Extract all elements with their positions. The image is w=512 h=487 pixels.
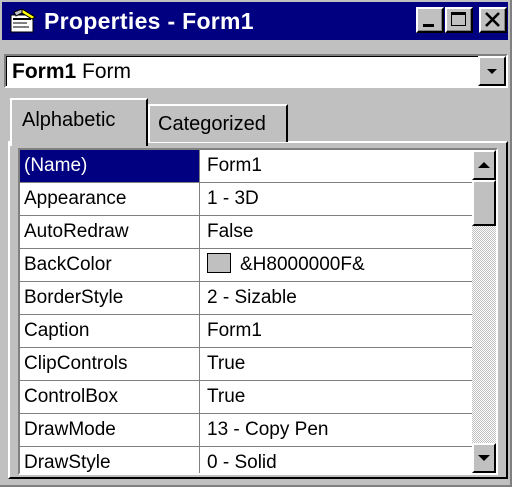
properties-window: Properties - Form1 Form1 Form Categorize… <box>0 0 512 487</box>
properties-window-icon <box>10 8 36 33</box>
property-grid: (Name) Form1 Appearance 1 - 3D AutoRedra… <box>18 148 498 475</box>
maximize-button[interactable] <box>445 7 473 33</box>
property-row-borderstyle[interactable]: BorderStyle 2 - Sizable <box>20 282 472 315</box>
property-row-autoredraw[interactable]: AutoRedraw False <box>20 216 472 249</box>
tab-categorized[interactable]: Categorized <box>148 104 288 142</box>
property-value[interactable]: True <box>201 381 472 413</box>
property-row-drawmode[interactable]: DrawMode 13 - Copy Pen <box>20 414 472 447</box>
property-value[interactable]: 0 - Solid <box>201 447 472 473</box>
property-value[interactable]: False <box>201 216 472 248</box>
property-row-appearance[interactable]: Appearance 1 - 3D <box>20 183 472 216</box>
property-name: DrawMode <box>20 414 200 446</box>
object-selector-dropdown[interactable]: Form1 Form <box>4 54 508 88</box>
vertical-scrollbar[interactable] <box>472 150 496 473</box>
dropdown-button[interactable] <box>478 56 506 86</box>
scrollbar-thumb[interactable] <box>472 180 496 226</box>
property-name: DrawStyle <box>20 447 200 473</box>
color-swatch <box>207 253 231 274</box>
property-value[interactable]: Form1 <box>201 150 472 182</box>
property-row-name[interactable]: (Name) Form1 <box>20 150 472 183</box>
property-list: (Name) Form1 Appearance 1 - 3D AutoRedra… <box>20 150 472 473</box>
arrow-up-icon <box>478 162 490 168</box>
property-name: ClipControls <box>20 348 200 380</box>
object-name: Form1 <box>12 60 77 83</box>
window-title: Properties - Form1 <box>44 8 254 34</box>
tab-alphabetic[interactable]: Alphabetic <box>10 98 148 146</box>
property-value[interactable]: 13 - Copy Pen <box>201 414 472 446</box>
property-name: ControlBox <box>20 381 200 413</box>
property-row-controlbox[interactable]: ControlBox True <box>20 381 472 414</box>
property-name: BackColor <box>20 249 200 281</box>
property-value-backcolor[interactable]: &H8000000F& <box>201 249 472 281</box>
arrow-down-icon <box>478 455 490 461</box>
property-name: BorderStyle <box>20 282 200 314</box>
property-name: AutoRedraw <box>20 216 200 248</box>
scroll-down-button[interactable] <box>472 443 496 473</box>
property-name: (Name) <box>20 150 200 182</box>
tab-categorized-label: Categorized <box>158 113 266 135</box>
property-row-clipcontrols[interactable]: ClipControls True <box>20 348 472 381</box>
tab-alphabetic-label: Alphabetic <box>22 109 116 131</box>
property-value[interactable]: 2 - Sizable <box>201 282 472 314</box>
close-icon <box>485 12 500 27</box>
scroll-up-button[interactable] <box>472 150 496 180</box>
property-row-drawstyle[interactable]: DrawStyle 0 - Solid <box>20 447 472 473</box>
property-value: &H8000000F& <box>240 254 365 275</box>
title-bar[interactable]: Properties - Form1 <box>2 2 508 40</box>
property-name: Appearance <box>20 183 200 215</box>
minimize-button[interactable] <box>416 7 444 33</box>
property-row-backcolor[interactable]: BackColor &H8000000F& <box>20 249 472 282</box>
maximize-icon <box>451 12 466 26</box>
property-value[interactable]: Form1 <box>201 315 472 347</box>
close-button[interactable] <box>479 7 507 33</box>
property-name: Caption <box>20 315 200 347</box>
object-selector-value: Form1 Form <box>12 58 131 86</box>
chevron-down-icon <box>487 69 497 74</box>
property-value[interactable]: 1 - 3D <box>201 183 472 215</box>
property-value[interactable]: True <box>201 348 472 380</box>
property-row-caption[interactable]: Caption Form1 <box>20 315 472 348</box>
minimize-icon <box>423 24 434 27</box>
object-type: Form <box>82 60 132 83</box>
